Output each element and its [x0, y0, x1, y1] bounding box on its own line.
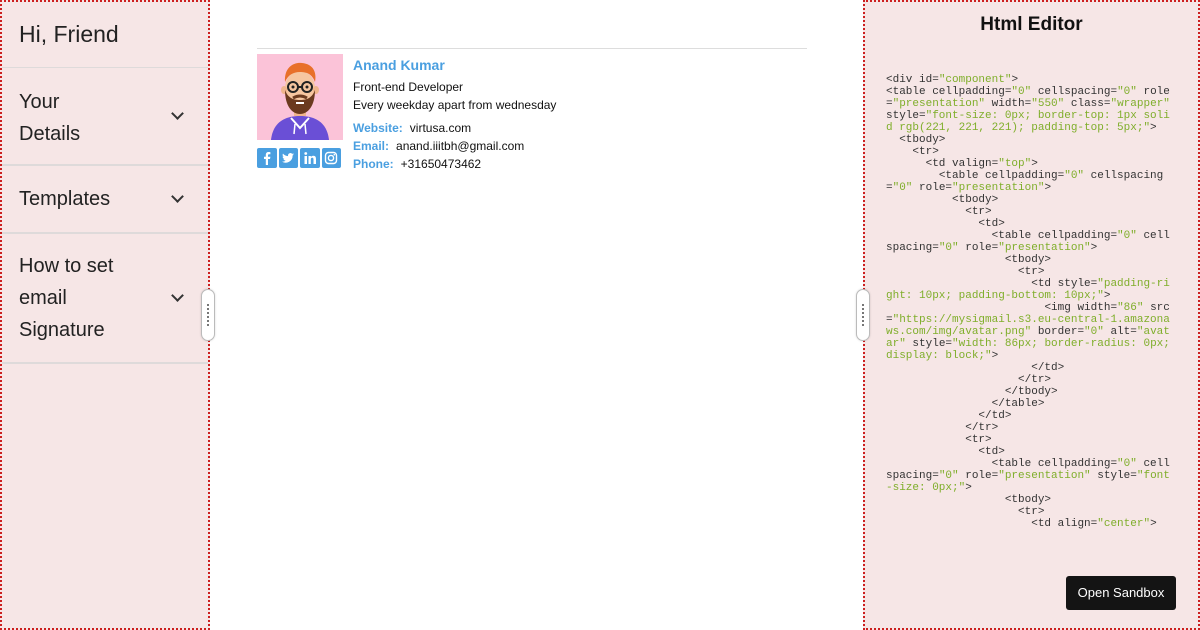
website-label: Website:	[353, 121, 403, 135]
resize-handle-right[interactable]	[856, 289, 870, 341]
resize-handle-left[interactable]	[201, 289, 215, 341]
email-signature: Anand Kumar Front-end Developer Every we…	[257, 48, 807, 173]
signature-preview: Anand Kumar Front-end Developer Every we…	[210, 0, 864, 630]
accordion-label: Your Details	[19, 91, 81, 145]
website-row: Website: virtusa.com	[353, 119, 556, 137]
avatar	[257, 54, 343, 140]
phone-label: Phone:	[353, 157, 394, 171]
signature-name: Anand Kumar	[353, 57, 445, 73]
editor-title: Html Editor	[980, 14, 1083, 35]
email-label: Email:	[353, 139, 390, 153]
code-view[interactable]: <div id="component"> <table cellpadding=…	[886, 74, 1176, 580]
twitter-icon[interactable]	[278, 148, 298, 168]
greeting: Hi, Friend	[2, 2, 208, 68]
email-row: Email: anand.iiitbh@gmail.com	[353, 137, 556, 155]
social-links	[257, 148, 343, 168]
phone-row: Phone: +31650473462	[353, 155, 556, 173]
email-link[interactable]: anand.iiitbh@gmail.com	[396, 139, 524, 153]
accordion-how-to-set-email-signature[interactable]: How to set email Signature	[2, 234, 208, 364]
facebook-icon[interactable]	[257, 148, 277, 168]
accordion-templates[interactable]: Templates	[2, 166, 208, 234]
website-link[interactable]: virtusa.com	[410, 121, 471, 135]
signature-info: Anand Kumar Front-end Developer Every we…	[353, 54, 556, 173]
open-sandbox-button[interactable]: Open Sandbox	[1066, 576, 1176, 610]
signature-role: Front-end Developer	[353, 80, 464, 94]
app: Hi, Friend Your Details Templates How to…	[0, 0, 1200, 630]
avatar-column	[257, 54, 343, 173]
instagram-icon[interactable]	[321, 148, 341, 168]
signature-hours: Every weekday apart from wednesday	[353, 98, 557, 112]
sidebar: Hi, Friend Your Details Templates How to…	[0, 0, 210, 630]
linkedin-icon[interactable]	[300, 148, 320, 168]
phone-link[interactable]: +31650473462	[401, 157, 481, 171]
accordion-your-details[interactable]: Your Details	[2, 68, 208, 166]
signature-contact: Website: virtusa.com Email: anand.iiitbh@g…	[353, 119, 556, 173]
html-editor-panel: Html Editor <div id="component"> <table …	[863, 0, 1200, 630]
